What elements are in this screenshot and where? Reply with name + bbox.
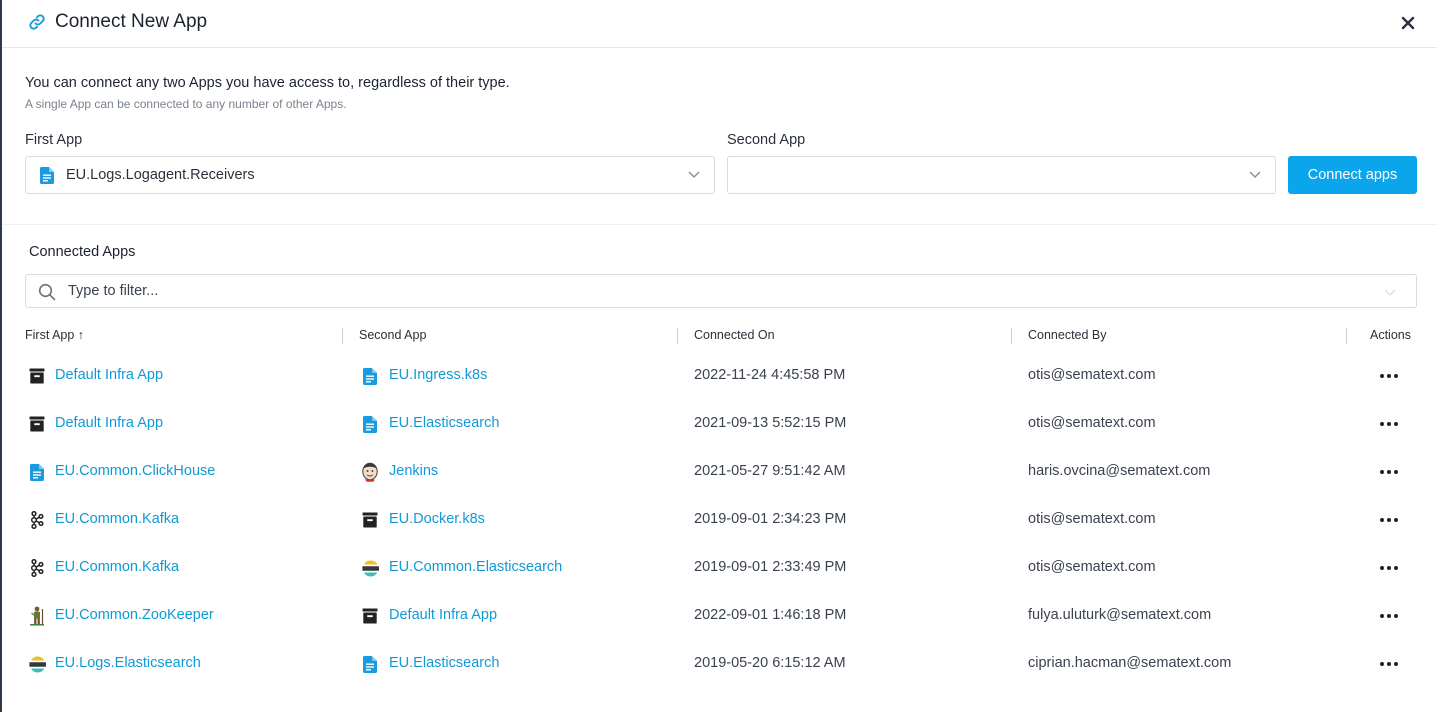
second-app-link[interactable]: EU.Docker.k8s — [389, 511, 485, 527]
column-divider — [677, 328, 678, 344]
connected-on-date: 2019-09-01 2:34:23 PM — [694, 511, 847, 527]
connected-on-date: 2021-05-27 9:51:42 AM — [694, 463, 846, 479]
table-row: EU.Common.ClickHouse Jenkins 2021-05-27 9:… — [2, 448, 1437, 496]
connected-on-date: 2019-09-01 2:33:49 PM — [694, 559, 847, 575]
section-divider — [2, 224, 1437, 225]
table-row: EU.Common.ZooKeeper Default Infra App 2022… — [2, 592, 1437, 640]
connected-by-email: haris.ovcina@sematext.com — [1028, 463, 1211, 479]
column-header-actions: Actions — [1370, 328, 1411, 342]
second-app-link[interactable]: EU.Elasticsearch — [389, 415, 499, 431]
logs-doc-icon — [361, 415, 379, 433]
table-row: EU.Common.Kafka EU.Common.Elasticsearch 20… — [2, 544, 1437, 592]
connected-on-date: 2021-09-13 5:52:15 PM — [694, 415, 847, 431]
logs-doc-icon — [28, 463, 46, 481]
first-app-value: EU.Logs.Logagent.Receivers — [66, 167, 255, 183]
connected-by-email: otis@sematext.com — [1028, 511, 1156, 527]
more-actions-icon[interactable] — [1377, 462, 1401, 482]
column-divider — [1346, 328, 1347, 344]
logs-doc-icon — [40, 167, 54, 184]
chevron-down-icon — [1249, 171, 1261, 179]
second-app-link[interactable]: Jenkins — [389, 463, 438, 479]
second-app-link[interactable]: EU.Ingress.k8s — [389, 367, 487, 383]
more-actions-icon[interactable] — [1377, 366, 1401, 386]
first-app-link[interactable]: EU.Common.Kafka — [55, 559, 179, 575]
more-actions-icon[interactable] — [1377, 510, 1401, 530]
first-app-link[interactable]: EU.Logs.Elasticsearch — [55, 655, 201, 671]
infra-icon — [361, 511, 379, 529]
second-app-link[interactable]: Default Infra App — [389, 607, 497, 623]
connect-apps-button[interactable]: Connect apps — [1288, 156, 1417, 194]
more-actions-icon[interactable] — [1377, 654, 1401, 674]
kafka-icon — [28, 559, 46, 577]
link-icon — [29, 14, 45, 30]
table-row: EU.Common.Kafka EU.Docker.k8s 2019-09-01 2… — [2, 496, 1437, 544]
second-app-select[interactable] — [727, 156, 1276, 194]
connected-on-date: 2022-09-01 1:46:18 PM — [694, 607, 847, 623]
column-divider — [342, 328, 343, 344]
connected-by-email: fulya.uluturk@sematext.com — [1028, 607, 1212, 623]
intro-subtext: A single App can be connected to any num… — [25, 97, 347, 111]
logs-doc-icon — [361, 655, 379, 673]
first-app-label: First App — [25, 132, 83, 148]
connected-on-date: 2019-05-20 6:15:12 AM — [694, 655, 846, 671]
close-icon[interactable] — [1398, 13, 1418, 33]
column-header-connected-by[interactable]: Connected By — [1028, 328, 1107, 342]
column-header-connected-on[interactable]: Connected On — [694, 328, 775, 342]
column-header-first-app[interactable]: First App ↑ — [25, 328, 84, 342]
first-app-link[interactable]: EU.Common.Kafka — [55, 511, 179, 527]
more-actions-icon[interactable] — [1377, 606, 1401, 626]
chevron-down-icon — [1384, 289, 1396, 296]
connected-on-date: 2022-11-24 4:45:58 PM — [694, 367, 846, 383]
connected-by-email: otis@sematext.com — [1028, 559, 1156, 575]
second-app-label: Second App — [727, 132, 806, 148]
infra-icon — [28, 367, 46, 385]
second-app-link[interactable]: EU.Elasticsearch — [389, 655, 499, 671]
intro-text: You can connect any two Apps you have ac… — [25, 75, 510, 91]
zookeeper-icon — [28, 606, 46, 626]
logs-doc-icon — [361, 367, 379, 385]
elasticsearch-icon — [28, 655, 46, 673]
first-app-link[interactable]: Default Infra App — [55, 415, 163, 431]
first-app-link[interactable]: EU.Common.ZooKeeper — [55, 607, 214, 623]
more-actions-icon[interactable] — [1377, 414, 1401, 434]
filter-input[interactable] — [68, 281, 1368, 301]
more-actions-icon[interactable] — [1377, 558, 1401, 578]
jenkins-icon — [361, 462, 379, 482]
column-divider — [1011, 328, 1012, 344]
first-app-select[interactable]: EU.Logs.Logagent.Receivers — [25, 156, 715, 194]
dialog-title: Connect New App — [55, 11, 208, 32]
connected-by-email: otis@sematext.com — [1028, 367, 1156, 383]
infra-icon — [28, 415, 46, 433]
table-row: EU.Logs.Elasticsearch EU.Elasticsearch 201… — [2, 640, 1437, 688]
second-app-link[interactable]: EU.Common.Elasticsearch — [389, 559, 562, 575]
table-row: Default Infra App EU.Elasticsearch 2021-09… — [2, 400, 1437, 448]
elasticsearch-icon — [361, 559, 379, 577]
table-row: Default Infra App EU.Ingress.k8s 2022-11-2… — [2, 352, 1437, 400]
infra-icon — [361, 607, 379, 625]
connected-apps-title: Connected Apps — [29, 244, 136, 260]
connected-by-email: otis@sematext.com — [1028, 415, 1156, 431]
kafka-icon — [28, 511, 46, 529]
column-header-second-app[interactable]: Second App — [359, 328, 426, 342]
dialog-header: Connect New App — [2, 0, 1437, 48]
first-app-link[interactable]: EU.Common.ClickHouse — [55, 463, 215, 479]
connected-by-email: ciprian.hacman@sematext.com — [1028, 655, 1232, 671]
chevron-down-icon — [688, 171, 700, 179]
first-app-link[interactable]: Default Infra App — [55, 367, 163, 383]
filter-box[interactable] — [25, 274, 1417, 308]
search-icon — [38, 283, 56, 301]
